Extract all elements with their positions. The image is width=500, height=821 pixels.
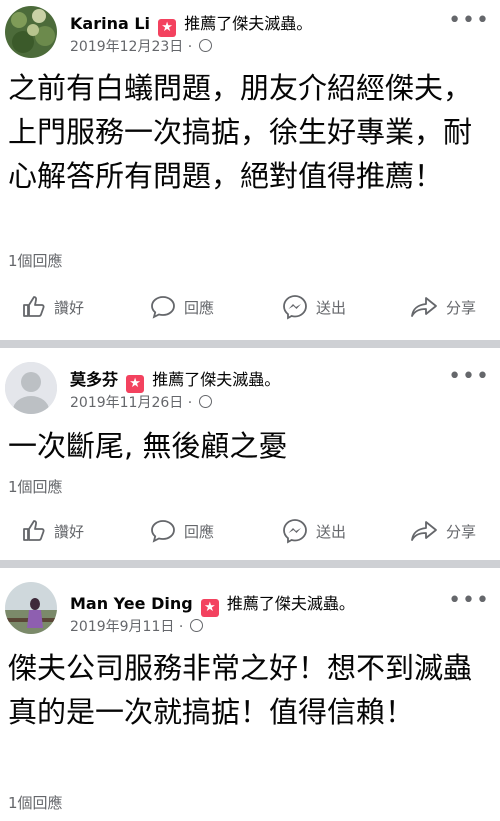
meta-separator: ·: [187, 39, 193, 55]
share-arrow-icon: [411, 521, 437, 541]
star-badge-icon: ★: [126, 375, 145, 393]
meta-separator: ·: [178, 619, 184, 635]
globe-icon: [198, 39, 212, 52]
share-button[interactable]: 分享: [410, 516, 476, 546]
author-name[interactable]: 莫多芬: [70, 370, 118, 389]
globe-icon: [198, 395, 212, 408]
more-options-icon[interactable]: •••: [448, 366, 490, 388]
reply-count[interactable]: 1個回應: [8, 476, 63, 497]
like-button[interactable]: 讚好: [22, 516, 84, 546]
comment-bubble-icon: [151, 296, 175, 319]
author-name[interactable]: Man Yee Ding: [70, 594, 193, 613]
comment-button[interactable]: 回應: [150, 516, 214, 546]
post-card: 莫多芬 ★ 推薦了傑夫滅蟲。 2019年11月26日 · ••• 一次斷尾, 無…: [0, 348, 500, 560]
messenger-icon: [283, 519, 307, 544]
globe-icon: [189, 619, 203, 632]
post-separator: [0, 560, 500, 568]
send-button[interactable]: 送出: [282, 516, 346, 546]
send-label: 送出: [316, 522, 347, 541]
post-body: 傑夫公司服務非常之好！想不到滅蟲真的是一次就搞掂！值得信賴！: [8, 651, 473, 729]
post-date[interactable]: 2019年12月23日: [70, 39, 183, 55]
post-separator: [0, 340, 500, 348]
more-options-icon[interactable]: •••: [448, 10, 490, 32]
post-card: Karina Li ★ 推薦了傑夫滅蟲。 2019年12月23日 · ••• 之…: [0, 0, 500, 340]
action-bar: 讚好 回應 送出 分享: [0, 516, 500, 546]
recommend-text[interactable]: 推薦了傑夫滅蟲。: [227, 594, 355, 613]
action-bar: 讚好 回應 送出 分享: [0, 292, 500, 322]
star-badge-icon: ★: [158, 19, 177, 37]
meta-separator: ·: [187, 395, 193, 411]
author-name[interactable]: Karina Li: [70, 14, 150, 33]
share-arrow-icon: [411, 297, 437, 317]
avatar[interactable]: [5, 6, 57, 58]
comment-label: 回應: [184, 298, 215, 317]
share-label: 分享: [446, 522, 477, 541]
share-button[interactable]: 分享: [410, 292, 476, 322]
like-label: 讚好: [54, 522, 85, 541]
thumbs-up-icon: [23, 520, 45, 541]
post-body: 之前有白蟻問題，朋友介紹經傑夫，上門服務一次搞掂，徐生好專業，耐心解答所有問題，…: [8, 71, 473, 193]
like-button[interactable]: 讚好: [22, 292, 84, 322]
reply-count[interactable]: 1個回應: [8, 250, 63, 271]
recommend-text[interactable]: 推薦了傑夫滅蟲。: [152, 370, 280, 389]
comment-label: 回應: [184, 522, 215, 541]
post-body: 一次斷尾, 無後顧之憂: [8, 429, 288, 463]
messenger-icon: [283, 295, 307, 320]
post-date[interactable]: 2019年11月26日: [70, 395, 183, 411]
thumbs-up-icon: [23, 296, 45, 317]
comment-bubble-icon: [151, 520, 175, 543]
like-label: 讚好: [54, 298, 85, 317]
recommend-text[interactable]: 推薦了傑夫滅蟲。: [184, 14, 312, 33]
post-card: Man Yee Ding ★ 推薦了傑夫滅蟲。 2019年9月11日 · •••…: [0, 568, 500, 821]
star-badge-icon: ★: [200, 599, 219, 617]
reply-count[interactable]: 1個回應: [8, 792, 63, 813]
comment-button[interactable]: 回應: [150, 292, 214, 322]
avatar[interactable]: [5, 362, 57, 414]
more-options-icon[interactable]: •••: [448, 590, 490, 612]
post-date[interactable]: 2019年9月11日: [70, 619, 174, 635]
avatar[interactable]: [5, 582, 57, 634]
share-label: 分享: [446, 298, 477, 317]
send-button[interactable]: 送出: [282, 292, 346, 322]
send-label: 送出: [316, 298, 347, 317]
